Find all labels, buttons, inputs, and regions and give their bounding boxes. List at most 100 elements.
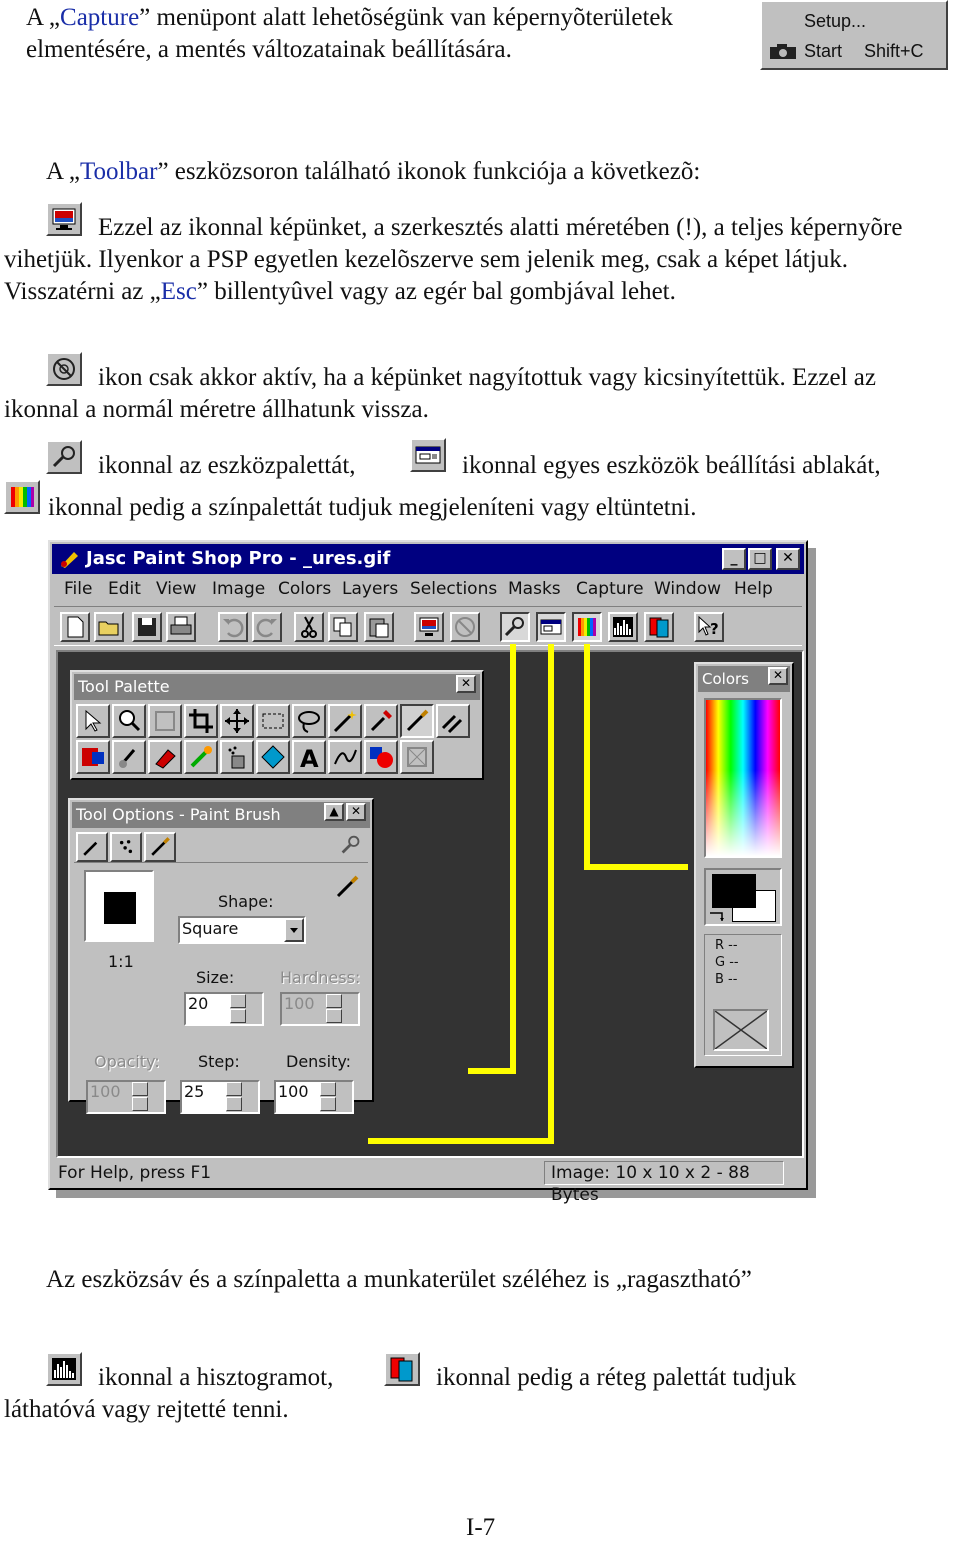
flood-fill-icon[interactable] bbox=[256, 740, 290, 774]
zoom-tool-icon[interactable] bbox=[112, 704, 146, 738]
colors-panel-close-button[interactable]: ✕ bbox=[768, 667, 788, 685]
paint-shop-pro-icon bbox=[61, 552, 78, 568]
retouch-tool-icon[interactable] bbox=[112, 740, 146, 774]
custom-brush-tab-icon[interactable] bbox=[144, 832, 176, 862]
shape-dropdown-arrow-icon[interactable] bbox=[284, 918, 304, 942]
pattern-tool-icon[interactable] bbox=[400, 740, 434, 774]
tool-palette-close-button[interactable]: ✕ bbox=[456, 675, 476, 693]
eraser-tool-icon[interactable] bbox=[148, 740, 182, 774]
esc-key-term: Esc bbox=[160, 278, 197, 305]
tool-options-text: ikonnal egyes eszközök beállítási ablaká… bbox=[462, 452, 881, 479]
magic-wand-icon[interactable] bbox=[328, 704, 362, 738]
step-spinner[interactable]: 25 bbox=[180, 1080, 260, 1114]
menu-file[interactable]: File bbox=[64, 579, 92, 599]
mover-tool-icon[interactable] bbox=[220, 704, 254, 738]
undo-icon[interactable] bbox=[218, 612, 248, 642]
color-palette-icon bbox=[4, 480, 40, 514]
save-icon[interactable] bbox=[132, 612, 162, 642]
dropper-tool-icon[interactable] bbox=[364, 704, 398, 738]
menu-view[interactable]: View bbox=[156, 579, 196, 599]
cut-icon[interactable] bbox=[294, 612, 324, 642]
docking-paragraph: Az eszközsáv és a színpaletta a munkater… bbox=[46, 1266, 752, 1293]
menu-edit[interactable]: Edit bbox=[108, 579, 141, 599]
menu-masks[interactable]: Masks bbox=[508, 579, 561, 599]
menu-colors[interactable]: Colors bbox=[278, 579, 331, 599]
full-screen-icon[interactable] bbox=[414, 612, 444, 642]
menu-help[interactable]: Help bbox=[734, 579, 773, 599]
paint-brush-tool-icon[interactable] bbox=[400, 704, 434, 738]
callout-line-colors-h bbox=[584, 864, 688, 870]
hardness-label: Hardness: bbox=[280, 968, 361, 987]
color-spectrum[interactable] bbox=[704, 698, 782, 858]
status-help-text: For Help, press F1 bbox=[58, 1163, 212, 1183]
shapes-tool-icon[interactable] bbox=[364, 740, 398, 774]
color-replacer-icon[interactable] bbox=[76, 740, 110, 774]
size-spinner[interactable]: 20 bbox=[184, 992, 264, 1026]
shape-select[interactable]: Square bbox=[178, 916, 306, 944]
arrow-tool-icon[interactable] bbox=[76, 704, 110, 738]
tool-options-close-button[interactable]: ✕ bbox=[346, 803, 366, 821]
close-button[interactable]: ✕ bbox=[776, 548, 800, 570]
menu-item-setup[interactable]: Setup... bbox=[768, 8, 940, 34]
tool-palette-toggle-icon[interactable] bbox=[500, 612, 530, 642]
copy-icon[interactable] bbox=[328, 612, 358, 642]
new-file-icon[interactable] bbox=[60, 612, 90, 642]
lasso-tool-icon[interactable] bbox=[292, 704, 326, 738]
text-tool-icon[interactable]: A bbox=[292, 740, 326, 774]
layer-palette-icon[interactable] bbox=[644, 612, 674, 642]
help-pointer-icon[interactable]: ? bbox=[694, 612, 724, 642]
paste-icon[interactable] bbox=[364, 612, 394, 642]
brush-preview bbox=[84, 870, 154, 942]
opacity-spinner[interactable]: 100 bbox=[86, 1080, 166, 1114]
menu-capture[interactable]: Capture bbox=[576, 579, 644, 599]
brush-options-icon[interactable] bbox=[336, 832, 366, 860]
brush-tab-icon[interactable] bbox=[76, 832, 108, 862]
tool-options-icon bbox=[410, 438, 446, 472]
crop-tool-icon[interactable] bbox=[184, 704, 218, 738]
menu-layers[interactable]: Layers bbox=[342, 579, 398, 599]
capture-term: Capture bbox=[60, 4, 140, 31]
foreground-color-swatch[interactable] bbox=[712, 874, 756, 908]
print-icon[interactable] bbox=[166, 612, 196, 642]
hardness-spinner[interactable]: 100 bbox=[280, 992, 360, 1026]
density-spinner[interactable]: 100 bbox=[274, 1080, 354, 1114]
psp-window: Jasc Paint Shop Pro - _ures.gif _ □ ✕ Fi… bbox=[48, 540, 808, 1205]
callout-line-tool-options bbox=[548, 644, 554, 1144]
no-color-swatch[interactable] bbox=[713, 1009, 769, 1051]
color-palette-toggle-icon[interactable] bbox=[572, 612, 602, 642]
main-toolbar: ? bbox=[54, 606, 802, 646]
active-colors-swatch[interactable] bbox=[704, 868, 782, 926]
deform-tool-icon[interactable] bbox=[148, 704, 182, 738]
menu-item-start[interactable]: Start Shift+C bbox=[768, 38, 940, 64]
texture-tab-icon[interactable] bbox=[110, 832, 142, 862]
menu-image[interactable]: Image bbox=[212, 579, 265, 599]
menu-selections[interactable]: Selections bbox=[410, 579, 497, 599]
clone-brush-icon[interactable] bbox=[436, 704, 470, 738]
full-screen-paragraph: Ezzel az ikonnal képünket, a szerkesztés… bbox=[4, 214, 903, 305]
open-folder-icon[interactable] bbox=[94, 612, 124, 642]
swap-colors-icon[interactable] bbox=[708, 908, 728, 922]
step-label: Step: bbox=[198, 1052, 240, 1071]
minimize-button[interactable]: _ bbox=[722, 548, 746, 570]
tool-options-rollup-button[interactable]: ▲ bbox=[324, 803, 344, 821]
callout-line-tool-options-h bbox=[368, 1138, 554, 1144]
size-label: Size: bbox=[196, 968, 235, 987]
tool-palette-text: ikonnal az eszközpalettát, bbox=[98, 452, 356, 479]
histogram-icon[interactable] bbox=[608, 612, 638, 642]
airbrush-icon[interactable] bbox=[220, 740, 254, 774]
shape-label: Shape: bbox=[218, 892, 274, 911]
selection-tool-icon[interactable] bbox=[256, 704, 290, 738]
tool-palette-title: Tool Palette bbox=[74, 674, 480, 700]
redo-icon[interactable] bbox=[252, 612, 282, 642]
draw-tool-icon[interactable] bbox=[328, 740, 362, 774]
page-number: I-7 bbox=[466, 1514, 496, 1541]
normal-viewing-icon[interactable] bbox=[450, 612, 480, 642]
tool-options-panel: Tool Options - Paint Brush ▲ ✕ 1:1 Shape… bbox=[68, 798, 374, 1102]
maximize-button[interactable]: □ bbox=[748, 548, 772, 570]
tool-options-toggle-icon[interactable] bbox=[536, 612, 566, 642]
callout-line-tool-palette bbox=[510, 644, 516, 1074]
picture-tube-icon[interactable] bbox=[184, 740, 218, 774]
reset-brush-icon[interactable] bbox=[332, 872, 362, 902]
menu-window[interactable]: Window bbox=[654, 579, 721, 599]
callout-line-colors bbox=[584, 644, 590, 870]
